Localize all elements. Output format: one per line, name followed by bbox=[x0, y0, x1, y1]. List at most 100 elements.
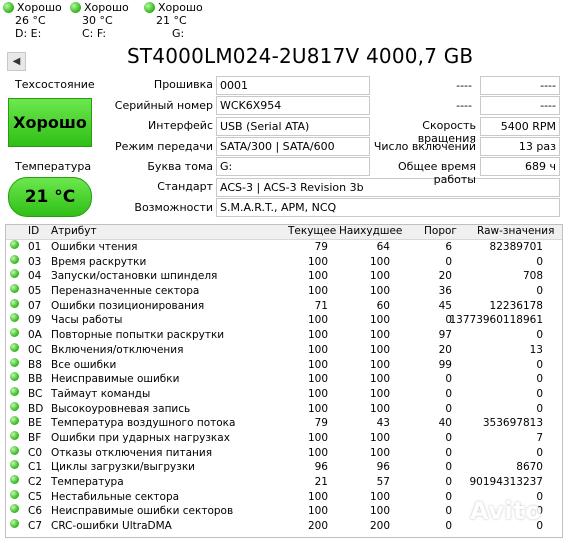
table-row[interactable]: BF Ошибки при ударных нагрузках 100 100 0 7 bbox=[6, 430, 562, 446]
cell-threshold: 99 bbox=[438, 358, 452, 371]
interface-field: USB (Serial ATA) bbox=[216, 117, 370, 136]
cell-worst: 96 bbox=[376, 461, 390, 474]
table-row[interactable]: 01 Ошибки чтения 79 64 6 82389701 bbox=[6, 240, 562, 255]
status-dot-icon bbox=[10, 269, 19, 279]
cell-threshold: 0 bbox=[445, 461, 452, 474]
cell-worst: 100 bbox=[369, 373, 390, 386]
disk-temp: 30 °C bbox=[82, 14, 113, 27]
col-attr[interactable]: Атрибут bbox=[51, 225, 97, 237]
col-worst[interactable]: Наихудшее bbox=[339, 225, 402, 237]
col-threshold[interactable]: Порог bbox=[424, 225, 457, 237]
cell-raw: 12236178 bbox=[489, 299, 543, 312]
cell-current: 100 bbox=[307, 505, 328, 518]
cell-threshold: 0 bbox=[445, 520, 452, 533]
table-row[interactable]: C2 Температура 21 57 0 90194313237 bbox=[6, 475, 562, 490]
table-row[interactable]: BE Температура воздушного потока 79 43 40 353… bbox=[6, 416, 562, 431]
standard-label: Стандарт bbox=[157, 180, 213, 193]
table-row[interactable]: 04 Запуски/остановки шпинделя 100 100 20 708 bbox=[6, 269, 562, 284]
cell-worst: 64 bbox=[376, 241, 390, 253]
cell-attribute: Отказы отключения питания bbox=[51, 446, 213, 459]
health-status-badge: Хорошо bbox=[8, 98, 92, 147]
status-dot-icon bbox=[10, 254, 19, 264]
cell-id: BF bbox=[28, 431, 42, 444]
info-dash-field: ---- bbox=[480, 76, 560, 95]
cell-current: 100 bbox=[307, 285, 328, 298]
cell-current: 100 bbox=[307, 373, 328, 386]
table-row[interactable]: 0C Включения/отключения 100 100 20 13 bbox=[6, 342, 562, 358]
table-row[interactable]: BB Неисправимые ошибки 100 100 0 0 bbox=[6, 372, 562, 387]
power-hours-field: 689 ч bbox=[480, 157, 560, 176]
cell-worst: 60 bbox=[376, 299, 390, 312]
features-label: Возможности bbox=[134, 201, 213, 214]
disk-tab-2[interactable]: Хорошо 30 °C C: F: bbox=[70, 1, 129, 40]
table-row[interactable]: C1 Циклы загрузки/выгрузки 96 96 0 8670 bbox=[6, 460, 562, 475]
cell-raw: 0 bbox=[536, 358, 543, 371]
power-count-label: Число включений bbox=[373, 140, 476, 153]
disk-letters: G: bbox=[172, 27, 185, 40]
disk-letters: C: F: bbox=[82, 27, 107, 40]
cell-raw: 90194313237 bbox=[469, 476, 544, 488]
cell-worst: 200 bbox=[369, 520, 390, 533]
back-arrow-icon[interactable]: ◀ bbox=[7, 52, 26, 71]
cell-threshold: 0 bbox=[445, 431, 452, 444]
table-row[interactable]: 0A Повторные попытки раскрутки 100 100 97 0 bbox=[6, 328, 562, 343]
col-id[interactable]: ID bbox=[28, 225, 39, 237]
disk-tab-3[interactable]: Хорошо 21 °C G: bbox=[144, 1, 203, 40]
smart-table: ID Атрибут Текущее Наихудшее Порог Raw-з… bbox=[5, 224, 563, 538]
cell-threshold: 40 bbox=[438, 417, 452, 430]
status-dot-icon bbox=[10, 401, 19, 411]
status-dot-icon bbox=[10, 298, 19, 308]
cell-attribute: Ошибки чтения bbox=[51, 241, 138, 253]
table-row[interactable]: 05 Переназначенные сектора 100 100 36 0 bbox=[6, 284, 562, 299]
cell-id: 01 bbox=[28, 241, 42, 253]
disk-letters: D: E: bbox=[15, 27, 42, 40]
cell-current: 100 bbox=[307, 446, 328, 459]
status-dot-icon bbox=[10, 284, 19, 294]
status-dot-icon bbox=[10, 240, 19, 249]
volume-field: G: bbox=[216, 157, 370, 176]
cell-attribute: Температура воздушного потока bbox=[51, 417, 236, 430]
firmware-label: Прошивка bbox=[153, 78, 213, 91]
cell-id: 05 bbox=[28, 285, 42, 298]
cell-id: 0C bbox=[28, 343, 43, 356]
interface-label: Интерфейс bbox=[148, 119, 213, 132]
table-row[interactable]: 07 Ошибки позиционирования 71 60 45 12236178 bbox=[6, 298, 562, 314]
table-row[interactable]: BC Таймаут команды 100 100 0 0 bbox=[6, 386, 562, 402]
cell-worst: 100 bbox=[369, 446, 390, 459]
table-row[interactable]: C0 Отказы отключения питания 100 100 0 0 bbox=[6, 445, 562, 461]
cell-raw: 353697813 bbox=[482, 417, 543, 430]
status-dot-icon bbox=[144, 2, 155, 13]
disk-status: Хорошо bbox=[17, 1, 62, 14]
cell-attribute: Высокоуровневая запись bbox=[51, 402, 191, 415]
cell-attribute: Таймаут команды bbox=[51, 387, 151, 400]
cell-id: 0A bbox=[28, 329, 42, 342]
serial-label: Серийный номер bbox=[114, 99, 213, 112]
col-raw[interactable]: Raw-значения bbox=[477, 225, 554, 237]
cell-current: 100 bbox=[307, 387, 328, 400]
disk-bar: Хорошо 26 °C D: E: Хорошо 30 °C C: F: Хо… bbox=[0, 0, 571, 42]
cell-threshold: 0 bbox=[445, 387, 452, 400]
status-dot-icon bbox=[70, 2, 81, 13]
col-current[interactable]: Текущее bbox=[288, 225, 336, 237]
cell-id: 07 bbox=[28, 299, 42, 312]
status-dot-icon bbox=[10, 416, 19, 426]
cell-current: 200 bbox=[307, 520, 328, 533]
cell-id: C7 bbox=[28, 520, 43, 533]
cell-attribute: Неисправимые ошибки bbox=[51, 373, 180, 386]
cell-raw: 0 bbox=[536, 402, 543, 415]
features-field: S.M.A.R.T., APM, NCQ bbox=[216, 198, 560, 217]
cell-current: 79 bbox=[314, 241, 328, 253]
table-row[interactable]: B8 Все ошибки 100 100 99 0 bbox=[6, 357, 562, 373]
cell-raw: 0 bbox=[536, 329, 543, 342]
table-row[interactable]: BD Высокоуровневая запись 100 100 0 0 bbox=[6, 401, 562, 417]
cell-threshold: 0 bbox=[445, 476, 452, 488]
disk-tab-1[interactable]: Хорошо 26 °C D: E: bbox=[3, 1, 62, 40]
cell-raw: 13 bbox=[529, 343, 543, 356]
status-dot-icon bbox=[10, 357, 19, 367]
table-row[interactable]: 03 Время раскрутки 100 100 0 0 bbox=[6, 254, 562, 270]
table-row[interactable]: 09 Часы работы 100 100 0 13773960118961 bbox=[6, 313, 562, 328]
cell-attribute: Повторные попытки раскрутки bbox=[51, 329, 225, 342]
cell-id: C2 bbox=[28, 476, 43, 488]
cell-worst: 100 bbox=[369, 358, 390, 371]
cell-current: 100 bbox=[307, 358, 328, 371]
